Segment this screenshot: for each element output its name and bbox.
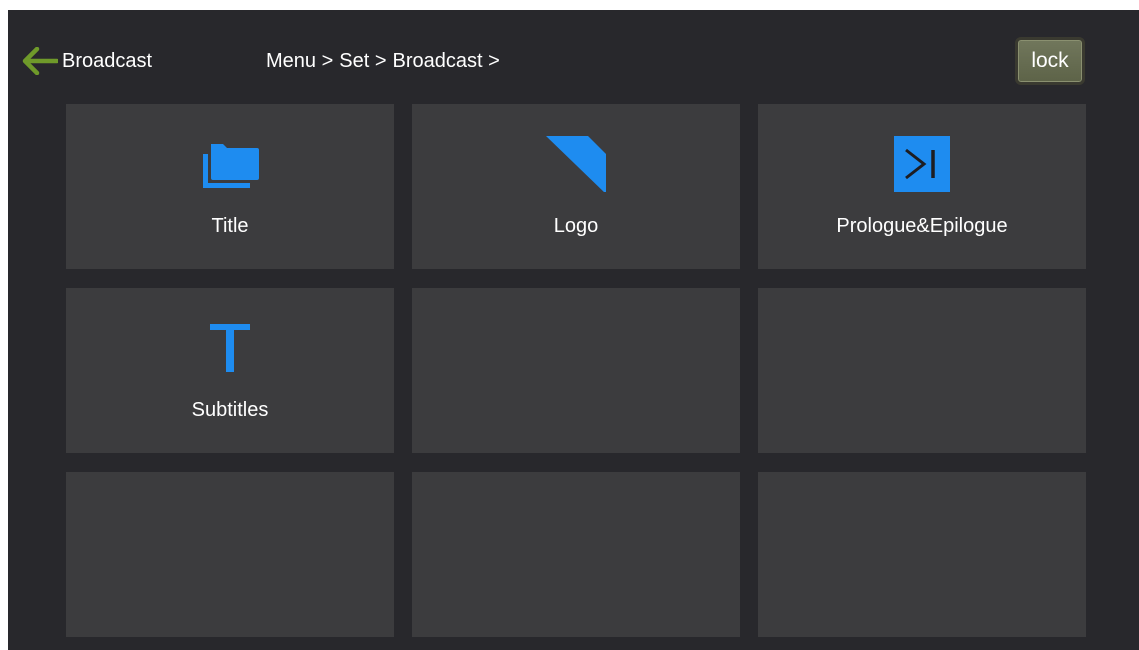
empty-tile	[412, 288, 740, 453]
tile-subtitles[interactable]: Subtitles	[66, 288, 394, 453]
empty-tile	[758, 472, 1086, 637]
empty-tile	[66, 472, 394, 637]
tile-label: Prologue&Epilogue	[836, 215, 1008, 237]
folder-icon	[200, 136, 260, 192]
tile-prologue-epilogue[interactable]: Prologue&Epilogue	[758, 104, 1086, 269]
empty-tile	[412, 472, 740, 637]
tile-title[interactable]: Title	[66, 104, 394, 269]
text-t-icon	[200, 320, 260, 376]
breadcrumb: Menu > Set > Broadcast >	[266, 46, 506, 76]
logo-icon	[546, 136, 606, 192]
tile-label: Subtitles	[191, 399, 269, 421]
tile-label: Logo	[553, 215, 599, 237]
back-label: Broadcast	[62, 49, 153, 72]
empty-tile	[758, 288, 1086, 453]
menu-grid: Title Logo Prologue&Epilogue Subtitles	[66, 104, 1087, 637]
breadcrumb-broadcast[interactable]: Broadcast >	[393, 50, 500, 73]
back-button[interactable]: Broadcast	[22, 46, 152, 76]
lock-button[interactable]: lock	[1015, 37, 1085, 85]
breadcrumb-set[interactable]: Set >	[339, 50, 386, 73]
breadcrumb-menu[interactable]: Menu >	[266, 50, 333, 73]
screen: Broadcast Menu > Set > Broadcast > lock …	[8, 10, 1139, 650]
tile-logo[interactable]: Logo	[412, 104, 740, 269]
skip-forward-icon	[892, 136, 952, 192]
arrow-left-icon	[22, 47, 58, 75]
tile-label: Title	[211, 215, 249, 237]
